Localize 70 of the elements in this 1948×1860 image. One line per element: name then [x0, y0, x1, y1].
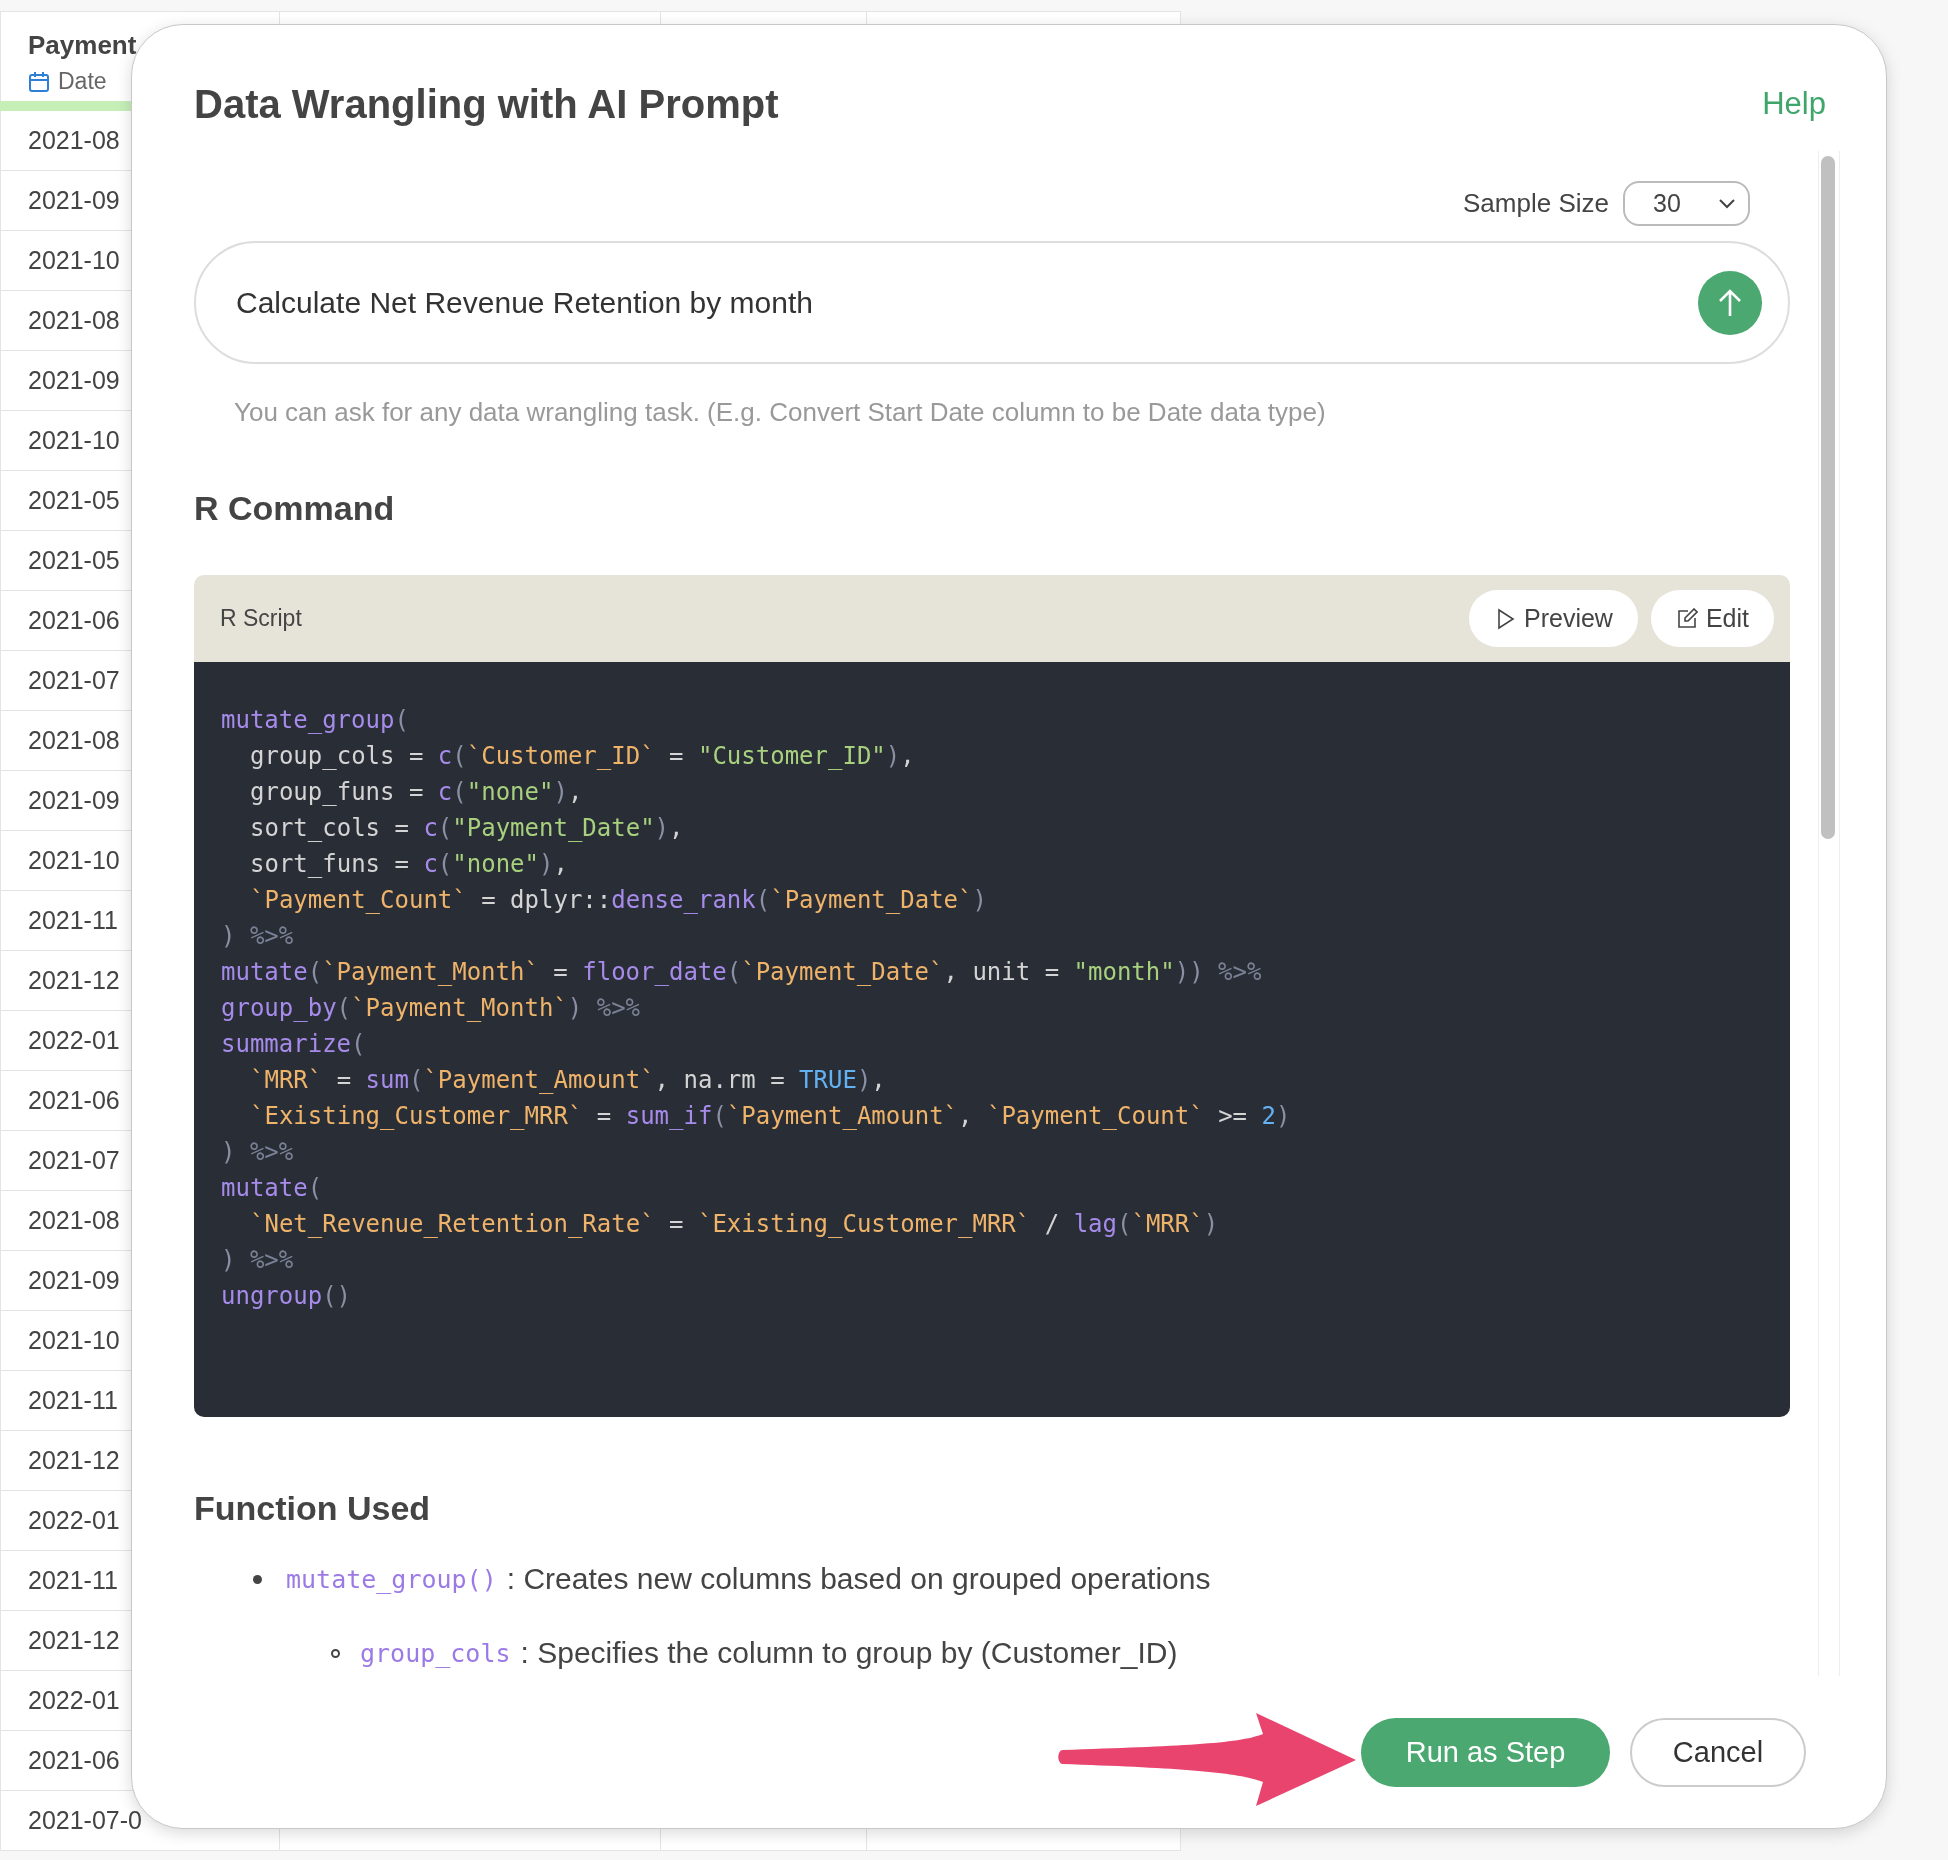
section-heading: R Command [194, 489, 396, 527]
dialog-title: Data Wrangling with AI Prompt [194, 81, 779, 127]
sample-size-label: Sample Size [1463, 188, 1609, 219]
table-cell: 2021-06 [28, 1746, 120, 1775]
function-name: mutate_group() [286, 1564, 497, 1594]
table-cell: 2021-08 [28, 306, 120, 335]
preview-button[interactable]: Preview [1469, 590, 1638, 647]
chevron-down-icon [1718, 197, 1736, 210]
edit-button[interactable]: Edit [1650, 590, 1774, 647]
scrollbar-thumb[interactable] [1821, 156, 1835, 839]
arrow-up-icon [1717, 287, 1743, 318]
table-cell: 2021-12 [28, 1626, 120, 1655]
code-line: `Net_Revenue_Retention_Rate` = `Existing_Customer_MRR` / lag(`MRR`) [249, 1209, 1220, 1240]
table-cell: 2021-12 [28, 1446, 120, 1475]
code-line: mutate(`Payment_Month` = floor_date(`Payment_Date`, unit = "month")) %>% [221, 957, 1263, 988]
code-line: ungroup() [221, 1281, 353, 1312]
code-line: ) %>% [221, 1137, 295, 1168]
code-line: sort_funs = c("none"), [249, 849, 569, 880]
function-description: : Creates new columns based on grouped operations [506, 1562, 1211, 1596]
code-line: mutate( [221, 1173, 324, 1204]
table-cell: 2021-08 [28, 726, 120, 755]
edit-icon [1675, 607, 1698, 630]
table-cell: 2021-08 [28, 126, 120, 155]
table-cell: 2021-09 [28, 1266, 120, 1295]
table-cell: 2021-08 [28, 1206, 120, 1235]
table-cell: 2021-06 [28, 1086, 120, 1115]
table-cell: 2021-09 [28, 366, 120, 395]
table-cell: 2022-01 [28, 1506, 120, 1535]
section-heading: Function Used [194, 1489, 432, 1527]
table-cell: 2021-10 [28, 246, 120, 275]
bullet-icon [331, 1648, 340, 1658]
table-cell: 2021-10 [28, 426, 120, 455]
table-cell: 2021-09 [28, 786, 120, 815]
calendar-icon [28, 70, 50, 93]
code-line: `Existing_Customer_MRR` = sum_if(`Payment_Amount`, `Payment_Count` >= 2) [249, 1101, 1292, 1132]
function-name: group_cols [360, 1638, 511, 1668]
code-line: mutate_group( [221, 705, 410, 736]
table-cell: 2021-05 [28, 546, 120, 575]
code-line: group_cols = c(`Customer_ID` = "Customer_ID"), [249, 741, 916, 772]
function-description: : Specifies the column to group by (Customer_ID) [520, 1636, 1178, 1670]
table-cell: 2021-10 [28, 1326, 120, 1355]
script-label: R Script [220, 605, 302, 632]
table-cell: 2021-12 [28, 966, 120, 995]
code-line: summarize( [221, 1029, 367, 1060]
code-line: sort_cols = c("Payment_Date"), [249, 813, 685, 844]
hint-text: You can ask for any data wrangling task. (E.g. Convert Start Date column to be Date data type) [234, 398, 1327, 426]
table-cell: 2021-07 [28, 1146, 120, 1175]
code-line: `Payment_Count` = dplyr::dense_rank(`Payment_Date`) [249, 885, 988, 916]
table-cell: 2022-01 [28, 1686, 120, 1715]
code-line: ) %>% [221, 1245, 295, 1276]
bullet-icon [253, 1574, 262, 1584]
table-cell: 2021-10 [28, 846, 120, 875]
code-line: group_by(`Payment_Month`) %>% [221, 993, 642, 1024]
cancel-button[interactable]: Cancel [1630, 1718, 1806, 1787]
code-line: ) %>% [221, 921, 295, 952]
table-cell: 2021-05 [28, 486, 120, 515]
table-cell: 2021-11 [28, 906, 118, 935]
sample-size-select[interactable]: 30 [1623, 181, 1750, 226]
table-cell: 2021-09 [28, 186, 120, 215]
scrollbar[interactable] [1818, 151, 1840, 1676]
prompt-field[interactable]: Calculate Net Revenue Retention by month [194, 241, 1790, 364]
column-type: Date [58, 68, 107, 95]
table-cell: 2021-11 [28, 1566, 118, 1595]
table-cell: 2021-07-0 [28, 1806, 142, 1835]
table-cell: 2022-01 [28, 1026, 120, 1055]
code-line: `MRR` = sum(`Payment_Amount`, na.rm = TRUE), [249, 1065, 887, 1096]
table-cell: 2021-11 [28, 1386, 118, 1415]
table-cell: 2021-06 [28, 606, 120, 635]
table-cell: 2021-07 [28, 666, 120, 695]
code-line: group_funs = c("none"), [249, 777, 584, 808]
